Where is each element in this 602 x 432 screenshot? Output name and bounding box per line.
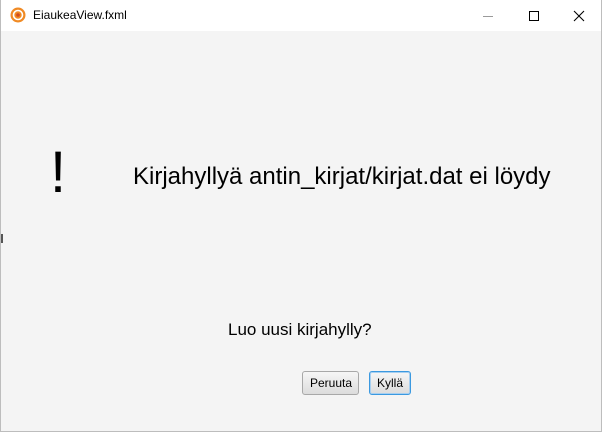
- close-button[interactable]: [556, 0, 601, 31]
- maximize-button[interactable]: [511, 0, 557, 31]
- cancel-button[interactable]: Peruuta: [302, 371, 359, 395]
- maximize-icon: [529, 10, 539, 21]
- app-window: EiaukeaView.fxml ! Kirjahyllyä antin_kir…: [0, 0, 602, 432]
- confirm-button[interactable]: Kyllä: [369, 371, 411, 395]
- app-logo-icon: [10, 7, 26, 23]
- close-icon: [573, 10, 585, 21]
- window-title: EiaukeaView.fxml: [33, 8, 127, 22]
- title-bar[interactable]: EiaukeaView.fxml: [1, 0, 601, 31]
- dialog-question: Luo uusi kirjahylly?: [228, 320, 372, 339]
- dialog-message: Kirjahyllyä antin_kirjat/kirjat.dat ei l…: [133, 163, 551, 190]
- warning-exclamation-icon: !: [50, 140, 67, 205]
- dialog-content: ! Kirjahyllyä antin_kirjat/kirjat.dat ei…: [1, 31, 601, 431]
- minimize-icon: [483, 15, 493, 17]
- window-edge-mark: [1, 234, 3, 243]
- minimize-button[interactable]: [465, 0, 511, 31]
